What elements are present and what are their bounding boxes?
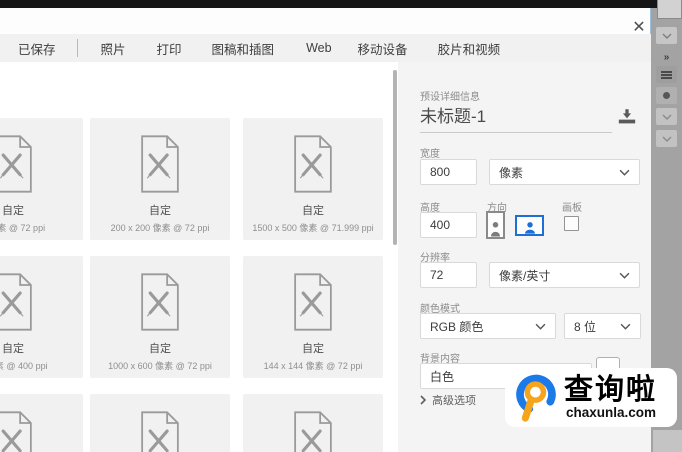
- preset-category-tabs: 已保存 照片 打印 图稿和插图 Web 移动设备 胶片和视频: [0, 34, 651, 62]
- preset-title: 自定: [2, 343, 24, 355]
- custom-document-icon: [141, 411, 179, 452]
- custom-document-icon: [141, 273, 179, 331]
- preset-card[interactable]: [0, 394, 83, 452]
- custom-document-icon: [294, 411, 332, 452]
- tab-web[interactable]: Web: [306, 41, 331, 55]
- height-input[interactable]: 400: [420, 212, 477, 238]
- panel-bottom-box: [653, 430, 682, 452]
- panel-dropdown-button-2[interactable]: [656, 130, 677, 147]
- preset-card[interactable]: 自定 0 像素 @ 400 ppi: [0, 256, 83, 378]
- artboard-label: 画板: [562, 203, 582, 214]
- orientation-portrait-button[interactable]: [486, 211, 505, 239]
- preset-card[interactable]: 自定 1000 x 600 像素 @ 72 ppi: [90, 256, 230, 378]
- panel-record-button[interactable]: [656, 87, 677, 104]
- document-name-underline: [420, 132, 612, 133]
- document-name-input[interactable]: 未标题-1: [420, 102, 486, 127]
- orientation-landscape-button[interactable]: [515, 215, 544, 236]
- preset-card[interactable]: 自定 144 x 144 像素 @ 72 ppi: [243, 256, 383, 378]
- tab-photo[interactable]: 照片: [101, 39, 126, 58]
- resolution-unit-value: 像素/英寸: [499, 268, 551, 283]
- panel-menu-button[interactable]: [656, 66, 677, 83]
- panel-collapse-button[interactable]: [656, 27, 677, 44]
- preset-subtitle: 1000 x 600 像素 @ 72 ppi: [108, 361, 212, 371]
- preset-title: 自定: [149, 343, 171, 355]
- watermark-title: 查询啦: [564, 373, 658, 406]
- panel-header: 预设详细信息: [420, 92, 480, 103]
- resolution-unit-dropdown[interactable]: 像素/英寸: [489, 262, 640, 288]
- background-window-tab: [657, 0, 682, 19]
- custom-document-icon: [0, 411, 32, 452]
- resolution-input[interactable]: 72: [420, 262, 477, 288]
- presets-scrollbar-thumb[interactable]: [393, 70, 397, 245]
- preset-title: 自定: [302, 205, 324, 217]
- width-unit-dropdown[interactable]: 像素: [489, 159, 640, 185]
- preset-subtitle: 0 像素 @ 72 ppi: [0, 223, 46, 233]
- chaxunla-watermark: 查询啦 chaxunla.com: [505, 368, 677, 427]
- portrait-person-icon: [491, 222, 500, 237]
- chevron-down-icon: [662, 136, 671, 142]
- tab-print[interactable]: 打印: [157, 39, 182, 58]
- preset-subtitle: 1500 x 500 像素 @ 71.999 ppi: [252, 223, 374, 233]
- custom-document-icon: [0, 273, 32, 331]
- panel-expand-button[interactable]: »: [651, 52, 682, 63]
- color-mode-dropdown[interactable]: RGB 颜色: [420, 313, 556, 339]
- width-label: 宽度: [420, 149, 440, 160]
- dot-icon: [663, 92, 670, 99]
- watermark-domain: chaxunla.com: [566, 404, 657, 420]
- advanced-options-label: 高级选项: [432, 395, 476, 407]
- preset-subtitle: 200 x 200 像素 @ 72 ppi: [110, 223, 210, 233]
- panel-dropdown-button-1[interactable]: [656, 108, 677, 125]
- tab-mobile[interactable]: 移动设备: [358, 39, 408, 58]
- custom-document-icon: [294, 273, 332, 331]
- tab-divider: [76, 39, 78, 57]
- preset-card[interactable]: [90, 394, 230, 452]
- width-unit-value: 像素: [499, 165, 524, 180]
- tab-art-illustration[interactable]: 图稿和插图: [212, 39, 275, 58]
- preset-card[interactable]: 自定 1500 x 500 像素 @ 71.999 ppi: [243, 118, 383, 240]
- hamburger-icon: [661, 70, 672, 79]
- preset-title: 自定: [302, 343, 324, 355]
- tab-film-video[interactable]: 胶片和视频: [438, 39, 501, 58]
- landscape-person-icon: [524, 222, 535, 234]
- preset-title: 自定: [2, 205, 24, 217]
- chevron-down-icon: [662, 33, 671, 39]
- bit-depth-value: 8 位: [574, 319, 597, 334]
- bit-depth-dropdown[interactable]: 8 位: [564, 313, 641, 339]
- custom-document-icon: [141, 135, 179, 193]
- preset-card[interactable]: [243, 394, 383, 452]
- chevron-down-icon: [620, 323, 631, 330]
- chevron-down-icon: [662, 114, 671, 120]
- chevron-down-icon: [535, 323, 546, 330]
- tab-saved[interactable]: 已保存: [18, 39, 56, 58]
- preset-card[interactable]: 自定 0 像素 @ 72 ppi: [0, 118, 83, 240]
- custom-document-icon: [0, 135, 32, 193]
- recent-presets-grid: 自定 0 像素 @ 72 ppi 自定 200 x 200 像素 @ 72 pp…: [0, 62, 398, 452]
- save-preset-icon[interactable]: [617, 108, 637, 130]
- new-document-dialog-screen: » ✕ 已保存 照片 打印 图稿和插图 Web 移动设备 胶片和视频 自定 素 …: [0, 0, 682, 452]
- watermark-text: 查询啦 chaxunla.com: [564, 373, 658, 420]
- chaxunla-logo-icon: [516, 374, 556, 422]
- chevron-down-icon: [619, 272, 630, 279]
- artboard-checkbox[interactable]: [564, 216, 579, 231]
- width-input[interactable]: 800: [420, 159, 477, 185]
- background-contents-value: 白色: [430, 369, 455, 384]
- preset-title: 自定: [149, 205, 171, 217]
- custom-document-icon: [294, 135, 332, 193]
- preset-subtitle: 144 x 144 像素 @ 72 ppi: [263, 361, 363, 371]
- preset-subtitle: 0 像素 @ 400 ppi: [0, 361, 48, 371]
- chevron-right-icon: [420, 395, 426, 405]
- preset-card[interactable]: 自定 200 x 200 像素 @ 72 ppi: [90, 118, 230, 240]
- top-black-bar: [0, 0, 682, 8]
- color-mode-value: RGB 颜色: [430, 319, 484, 334]
- chevron-down-icon: [619, 169, 630, 176]
- advanced-options-toggle[interactable]: 高级选项: [420, 392, 476, 408]
